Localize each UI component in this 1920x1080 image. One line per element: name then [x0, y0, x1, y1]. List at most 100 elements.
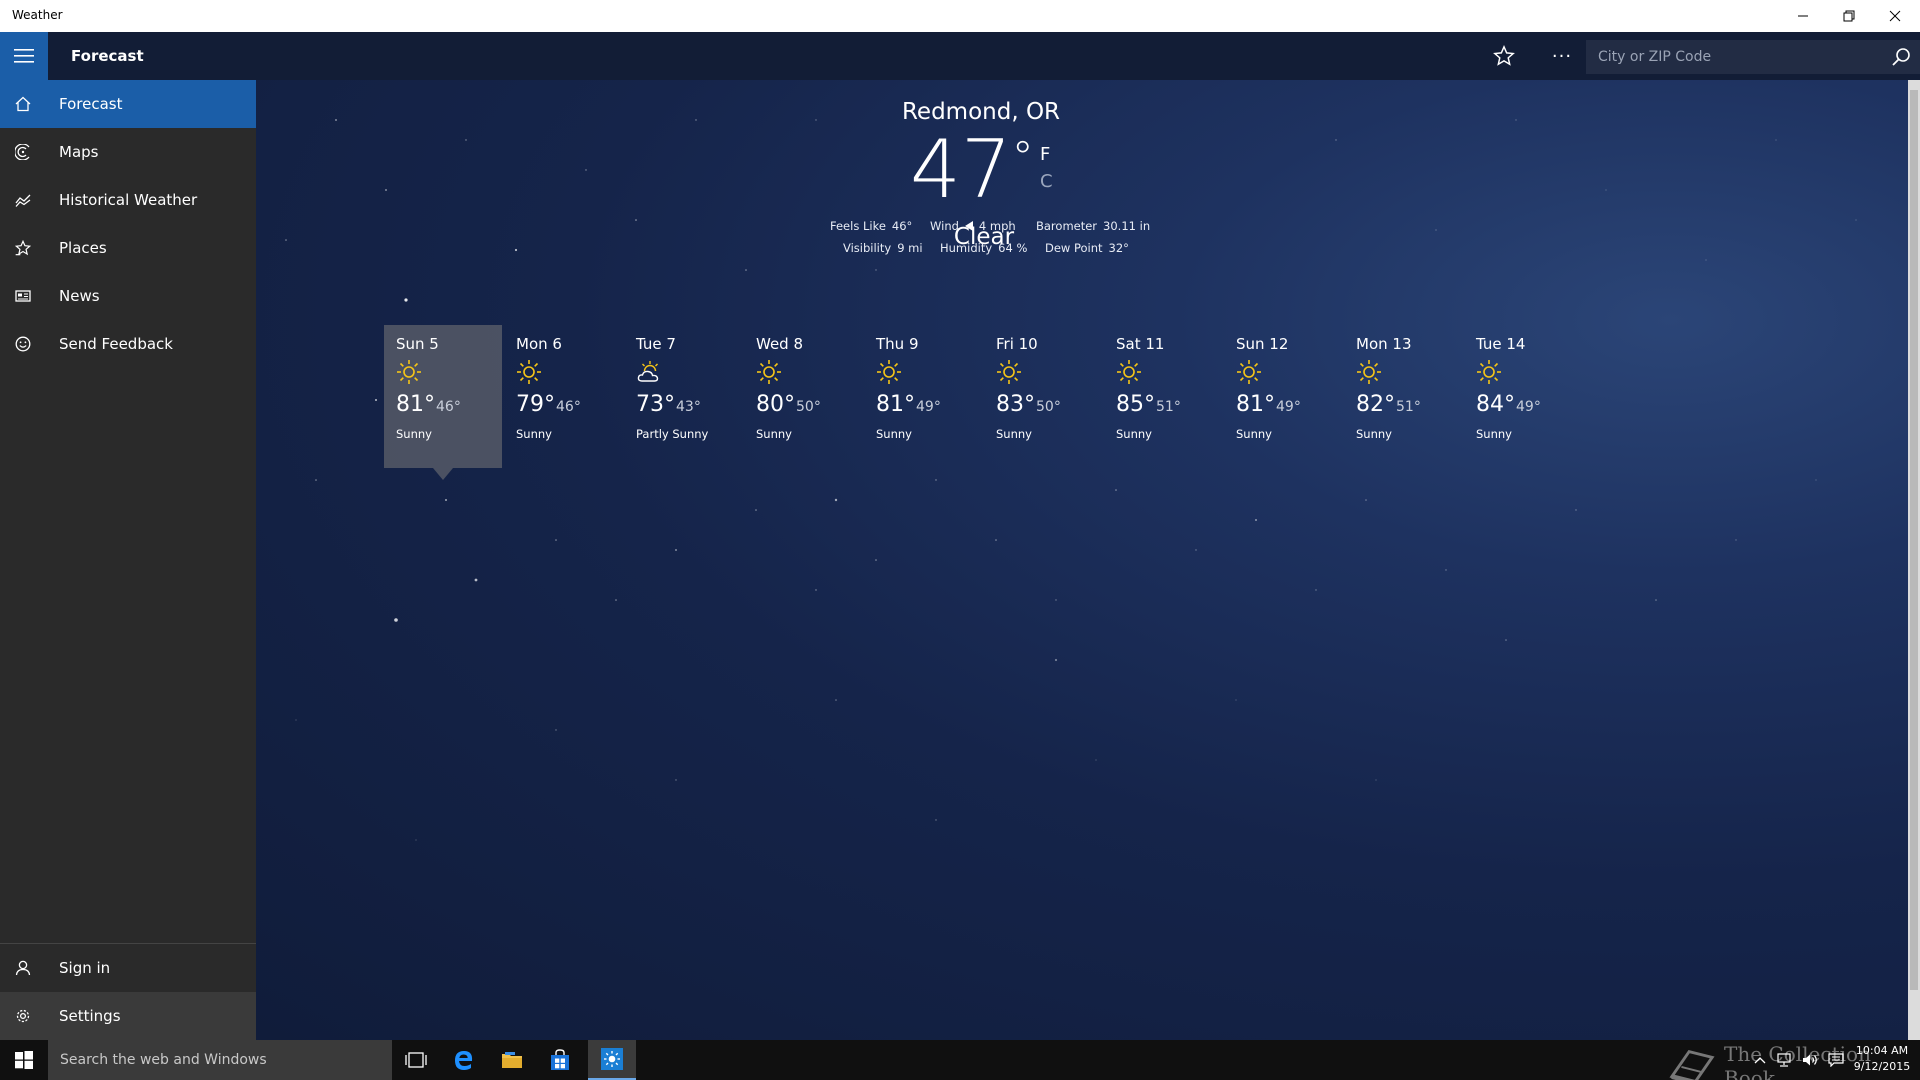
restore-icon: [1843, 10, 1855, 22]
folder-icon: [502, 1052, 522, 1068]
forecast-day-card[interactable]: Wed 8 80° 50° Sunny: [744, 325, 862, 468]
store-button[interactable]: [536, 1040, 584, 1080]
location-name: Redmond, OR: [901, 99, 1061, 125]
sun-icon: [517, 360, 541, 384]
close-icon: [1889, 10, 1901, 22]
star-icon: [1493, 45, 1515, 66]
partly-sunny-icon: [637, 361, 659, 382]
sidebar-item-label: Send Feedback: [59, 335, 173, 353]
weather-app-icon: [601, 1048, 623, 1070]
minimize-button[interactable]: [1780, 0, 1826, 32]
forecast-day-name: Mon 6: [516, 335, 562, 353]
sidebar-item-label: Places: [59, 239, 107, 257]
edge-browser-button[interactable]: [440, 1040, 488, 1080]
sun-icon: [1477, 360, 1501, 384]
network-icon: [1777, 1053, 1791, 1067]
forecast-low: 50°: [1036, 399, 1061, 415]
sidebar-item-settings[interactable]: Settings: [0, 992, 256, 1040]
forecast-day-name: Sun 12: [1236, 335, 1289, 353]
forecast-condition: Sunny: [756, 427, 792, 441]
forecast-day-card[interactable]: Thu 9 81° 49° Sunny: [864, 325, 982, 468]
sun-icon: [397, 360, 421, 384]
hamburger-menu-button[interactable]: [0, 32, 48, 80]
ellipsis-icon: ···: [1551, 45, 1573, 67]
forecast-high: 81°: [876, 392, 915, 417]
sidebar-item-news[interactable]: News: [0, 272, 256, 320]
vertical-scrollbar[interactable]: [1908, 80, 1920, 1040]
chart-icon: [0, 176, 46, 224]
forecast-day-name: Wed 8: [756, 335, 804, 353]
wind-direction-icon: [964, 221, 973, 231]
sidebar-item-label: Settings: [59, 1007, 121, 1025]
volume-tray-button[interactable]: [1798, 1040, 1822, 1080]
notification-icon: [1828, 1053, 1844, 1067]
home-icon: [0, 80, 46, 128]
city-search-input[interactable]: [1586, 40, 1876, 74]
add-favorite-button[interactable]: [1488, 42, 1520, 70]
sidebar-item-maps[interactable]: Maps: [0, 128, 256, 176]
forecast-high: 82°: [1356, 392, 1395, 417]
forecast-high: 81°: [396, 392, 435, 417]
forecast-condition: Sunny: [396, 427, 432, 441]
taskbar-clock[interactable]: 10:04 AM 9/12/2015: [1850, 1043, 1914, 1075]
forecast-high: 81°: [1236, 392, 1275, 417]
forecast-day-card[interactable]: Tue 14 84° 49° Sunny: [1464, 325, 1582, 468]
forecast-day-card[interactable]: Fri 10 83° 50° Sunny: [984, 325, 1102, 468]
unit-fahrenheit-toggle[interactable]: F: [1040, 144, 1050, 165]
forecast-day-card[interactable]: Sat 11 85° 51° Sunny: [1104, 325, 1222, 468]
gear-icon: [0, 992, 46, 1040]
clock-time: 10:04 AM: [1855, 1044, 1909, 1057]
windows-logo-icon: [15, 1051, 33, 1069]
sidebar-item-places[interactable]: Places: [0, 224, 256, 272]
network-tray-button[interactable]: [1772, 1040, 1796, 1080]
more-options-button[interactable]: ···: [1546, 42, 1578, 70]
forecast-main: Redmond, OR 47° F C Clear Feels Like 46° …: [256, 80, 1920, 1040]
task-view-button[interactable]: [392, 1040, 440, 1080]
unit-celsius-toggle[interactable]: C: [1040, 171, 1053, 192]
weather-app-button[interactable]: [588, 1040, 636, 1080]
forecast-high: 73°: [636, 392, 675, 417]
close-button[interactable]: [1872, 0, 1918, 32]
action-center-button[interactable]: [1824, 1040, 1848, 1080]
edge-icon: [455, 1051, 473, 1070]
forecast-low: 46°: [436, 399, 461, 415]
forecast-day-card[interactable]: Sun 5 81° 46° Sunny: [384, 325, 502, 480]
forecast-condition: Sunny: [876, 427, 912, 441]
forecast-day-card[interactable]: Mon 6 79° 46° Sunny: [504, 325, 622, 468]
hamburger-icon: [14, 49, 34, 63]
dew-point-label: Dew Point: [1045, 241, 1103, 255]
show-hidden-icons-button[interactable]: [1750, 1040, 1770, 1080]
taskbar-search-input[interactable]: [48, 1040, 392, 1080]
search-icon: [1892, 48, 1910, 66]
news-icon: [0, 272, 46, 320]
forecast-low: 43°: [676, 399, 701, 415]
forecast-day-card[interactable]: Tue 7 73° 43° Partly Sunny: [624, 325, 742, 468]
scrollbar-thumb[interactable]: [1910, 90, 1918, 990]
sidebar-item-label: Maps: [59, 143, 99, 161]
forecast-low: 46°: [556, 399, 581, 415]
forecast-low: 51°: [1396, 399, 1421, 415]
sidebar-item-forecast[interactable]: Forecast: [0, 80, 256, 128]
forecast-low: 49°: [1276, 399, 1301, 415]
forecast-low: 50°: [796, 399, 821, 415]
forecast-day-card[interactable]: Sun 12 81° 49° Sunny: [1224, 325, 1342, 468]
restore-button[interactable]: [1826, 0, 1872, 32]
barometer-value: 30.11 in: [1103, 219, 1151, 233]
sun-icon: [1237, 360, 1261, 384]
wind-value: 4 mph: [978, 219, 1016, 233]
forecast-low: 49°: [916, 399, 941, 415]
start-button[interactable]: [0, 1040, 48, 1080]
places-star-icon: [0, 224, 46, 272]
dew-point: Dew Point 32°: [1045, 241, 1129, 255]
sidebar-item-send-feedback[interactable]: Send Feedback: [0, 320, 256, 368]
sidebar-item-sign-in[interactable]: Sign in: [0, 944, 256, 992]
title-bar: Weather: [0, 0, 1920, 32]
forecast-low: 49°: [1516, 399, 1541, 415]
forecast-high: 84°: [1476, 392, 1515, 417]
search-button[interactable]: [1888, 44, 1914, 70]
file-explorer-button[interactable]: [488, 1040, 536, 1080]
sidebar-item-historical-weather[interactable]: Historical Weather: [0, 176, 256, 224]
forecast-condition: Sunny: [516, 427, 552, 441]
taskbar-search: [48, 1040, 392, 1080]
forecast-day-card[interactable]: Mon 13 82° 51° Sunny: [1344, 325, 1462, 468]
